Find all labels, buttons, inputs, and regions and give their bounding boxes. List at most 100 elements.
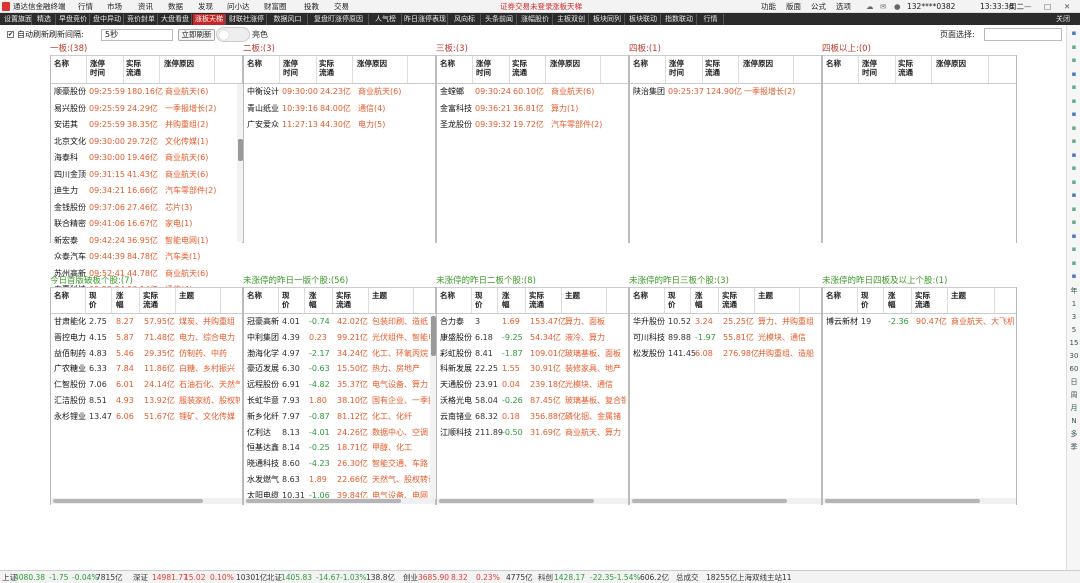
period-button-9[interactable]: 3 [1067,313,1080,322]
column-header[interactable]: 名称 [440,59,455,68]
list-icon[interactable]: ▪ [1067,97,1080,106]
auto-refresh-checkbox[interactable]: ✔ [7,31,14,38]
table-row[interactable]: 益佰制药 4.83 5.46 29.35亿 仿制药、中药 [51,346,242,362]
column-header[interactable]: 实际 流通 [529,291,544,309]
tab-14[interactable]: 头条前闻 [482,14,517,25]
column-header[interactable]: 现价 [282,291,290,309]
user-account[interactable]: 132****0382 [907,2,955,11]
column-header[interactable]: 现价 [668,291,676,309]
table-row[interactable]: 华升股份 10.52 3.24 25.25亿 算力、并购重组 [630,314,821,330]
table-row[interactable]: 新乡化纤 7.97 -0.87 81.12亿 化工、化纤 [244,409,435,425]
tab-8[interactable]: 财联社涨停 [227,14,267,25]
period-button-10[interactable]: 5 [1067,326,1080,335]
tab-6[interactable]: 大盘看盘 [159,14,192,25]
column-header[interactable]: 涨停原因 [357,59,387,68]
tab-16[interactable]: 主板双创 [554,14,589,25]
column-header[interactable]: 涨幅 [695,291,703,309]
menu-item-news[interactable]: 资讯 [138,2,153,11]
period-button-6[interactable]: 季 [1067,443,1080,452]
table-row[interactable]: 联合精密 09:41:06 16.67亿 家电(1) [51,216,242,233]
table-row[interactable]: 长虹华意 7.93 1.80 38.10亿 国有企业、一季报 [244,393,435,409]
table-row[interactable]: 松发股份 141.45 6.08 276.98亿 并购重组、造船 [630,346,821,362]
image-icon[interactable]: ▪ [1067,124,1080,133]
column-header[interactable]: 实际 流通 [705,59,720,77]
pencil-icon[interactable]: ▪ [1067,151,1080,160]
column-header[interactable]: 涨停 时间 [476,59,491,77]
scrollbar-thumb[interactable] [439,499,594,503]
table-row[interactable]: 中衡设计 09:30:00 24.23亿 商业航天(6) [244,84,435,101]
table-row[interactable]: 渤海化学 4.97 -2.17 34.24亿 化工、环氧丙烷 [244,346,435,362]
table-row[interactable]: 天通股份 23.91 0.04 239.18亿 光模块、通信 [437,377,628,393]
column-header[interactable]: 涨停 时间 [90,59,105,77]
menu-item-edu[interactable]: 投教 [304,2,319,11]
column-header[interactable]: 名称 [247,291,262,300]
column-header[interactable]: 实际 流通 [512,59,527,77]
table-row[interactable]: 四川金顶 09:31:15 41.43亿 商业航天(6) [51,167,242,184]
table-row[interactable]: 易兴股份 09:25:59 24.29亿 一季报增长(2) [51,101,242,118]
cloud-icon[interactable]: ☁ [866,2,874,11]
table-row[interactable]: 可川科技 89.88 -1.97 55.81亿 光模块、通信 [630,330,821,346]
theme-toggle[interactable] [216,27,250,42]
table-row[interactable]: 合力泰 3 1.69 153.47亿 算力、面板 [437,314,628,330]
tab-15[interactable]: 涨幅股价 [518,14,553,25]
table-row[interactable]: 康盛股份 6.18 -9.25 54.34亿 液冷、算力 [437,330,628,346]
column-header[interactable]: 现价 [861,291,869,309]
column-header[interactable]: 涨幅 [309,291,317,309]
table-row[interactable]: 北京文化 09:30:00 29.72亿 文化传媒(1) [51,134,242,151]
refresh-interval-input[interactable]: 5秒 [101,29,173,41]
table-row[interactable]: 顺豪股份 09:25:59 180.16亿 商业航天(6) [51,84,242,101]
book-icon[interactable]: ▪ [1067,259,1080,268]
table-row[interactable]: 广安爱众 11:27:13 44.30亿 电力(5) [244,117,435,134]
tab-12[interactable]: 昨日涨停表现 [403,14,448,25]
refresh-now-button[interactable]: 立即刷新 [178,29,215,41]
edit-icon[interactable]: ▪ [1067,245,1080,254]
column-header[interactable]: 名称 [826,291,841,300]
tab-10[interactable]: 复盘盯涨停原因 [309,14,369,25]
menu-options[interactable]: 选项 [836,2,851,11]
table-row[interactable]: 广农糖业 6.33 7.84 11.86亿 白糖、乡村振兴 [51,361,242,377]
tab-close-button[interactable]: 关闭 [1048,14,1078,25]
menu-item-market[interactable]: 市场 [107,2,122,11]
column-header[interactable]: 主题 [372,291,387,300]
grid-icon[interactable]: ▪ [1067,43,1080,52]
bell-icon[interactable]: ▪ [1067,232,1080,241]
doc-icon[interactable]: ▪ [1067,110,1080,119]
table-row[interactable]: 陕治集团 09:25:37 124.90亿 一季报增长(2) [630,84,821,101]
column-header[interactable]: 涨停 时间 [283,59,298,77]
table-row[interactable]: 金钱股份 09:37:06 27.46亿 芯片(3) [51,200,242,217]
column-header[interactable]: 涨停 时间 [669,59,684,77]
table-row[interactable]: 豪迈发展 6.30 -0.63 15.50亿 热力、房地产 [244,361,435,377]
table-row[interactable]: 晋控电力 4.15 5.87 71.48亿 电力、综合电力 [51,330,242,346]
column-header[interactable]: 涨幅 [888,291,896,309]
status-item[interactable]: 上海双线主站11 [737,573,792,582]
line-icon[interactable]: ▪ [1067,70,1080,79]
table-row[interactable]: 博云新材 19 -2.36 90.47亿 商业航天、大飞机 [823,314,1016,330]
chat-icon[interactable]: ✉ [880,2,886,11]
column-header[interactable]: 实际 流通 [126,59,141,77]
pin-icon[interactable]: ▪ [1067,29,1080,38]
scrollbar-thumb[interactable] [53,499,203,503]
period-button-13[interactable]: 60 [1067,365,1080,374]
tab-11[interactable]: 人气榜 [370,14,402,25]
menu-function[interactable]: 功能 [761,2,776,11]
tab-1[interactable]: 设置旗面 [4,14,32,25]
table-row[interactable]: 云南锗业 68.32 0.18 356.88亿 磷化铟、金属锗 [437,409,628,425]
page-select-input[interactable] [984,28,1062,41]
table-row[interactable]: 青山纸业 10:39:16 84.00亿 通信(4) [244,101,435,118]
tab-17[interactable]: 板块同列 [590,14,625,25]
menu-layout[interactable]: 版面 [786,2,801,11]
period-button-5[interactable]: 多 [1067,430,1080,439]
maximize-icon[interactable]: □ [1044,2,1051,11]
period-button-7[interactable]: 年 [1067,287,1080,296]
column-header[interactable]: 涨停 时间 [862,59,877,77]
table-row[interactable]: 圣龙股份 09:39:32 19.72亿 汽车零部件(2) [437,117,628,134]
period-button-2[interactable]: 周 [1067,391,1080,400]
login-notice[interactable]: 证券交易未登录 [500,2,553,11]
menu-item-data[interactable]: 数据 [168,2,183,11]
horizontal-scrollbar[interactable] [437,498,628,504]
period-button-1[interactable]: 日 [1067,378,1080,387]
column-header[interactable]: 名称 [247,59,262,68]
table-row[interactable]: 汇洁股份8.51 4.93 13.92亿服装家纺、股权转让 [51,393,242,409]
table-row[interactable]: 沃格光电58.04 -0.26 87.45亿玻璃基板、复合铜箔 [437,393,628,409]
column-header[interactable]: 实际 流通 [722,291,737,309]
